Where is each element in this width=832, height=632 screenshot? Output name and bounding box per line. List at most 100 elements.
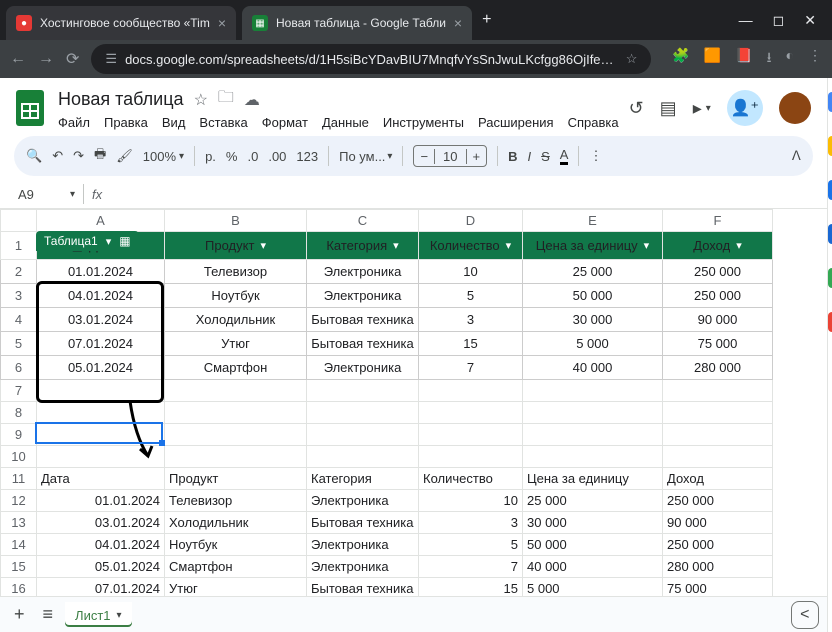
cell[interactable]: Бытовая техника <box>307 578 419 597</box>
extension-icon[interactable]: 🟧 <box>704 47 721 71</box>
cell[interactable]: 03.01.2024 <box>37 512 165 534</box>
cell[interactable] <box>523 446 663 468</box>
row-header[interactable]: 9 <box>1 424 37 446</box>
cell[interactable]: 01.01.2024 <box>37 490 165 512</box>
menu-format[interactable]: Формат <box>262 115 308 130</box>
star-icon[interactable]: ☆ <box>194 90 208 110</box>
cell[interactable] <box>419 380 523 402</box>
cell[interactable]: 90 000 <box>663 512 773 534</box>
cell[interactable] <box>165 446 307 468</box>
paint-format-button[interactable]: 🖌 <box>116 148 133 164</box>
contacts-icon[interactable] <box>828 224 832 244</box>
spreadsheet-grid[interactable]: Таблица1 ▾ ▦ A B C D E F 1▦Дата▾Продукт▾… <box>0 209 827 596</box>
row-header[interactable]: 10 <box>1 446 37 468</box>
bold-button[interactable]: В <box>508 149 517 164</box>
cell[interactable] <box>523 402 663 424</box>
cell[interactable]: 5 <box>419 284 523 308</box>
cell[interactable]: Телевизор <box>165 490 307 512</box>
cell[interactable]: Продукт▾ <box>165 232 307 260</box>
row-header[interactable]: 8 <box>1 402 37 424</box>
cell[interactable]: 40 000 <box>523 556 663 578</box>
cell[interactable]: Электроника <box>307 490 419 512</box>
cell[interactable] <box>523 380 663 402</box>
cell[interactable]: 25 000 <box>523 490 663 512</box>
cell[interactable] <box>37 402 165 424</box>
cell[interactable] <box>419 424 523 446</box>
cell[interactable]: 250 000 <box>663 260 773 284</box>
filter-chevron-icon[interactable]: ▾ <box>393 239 399 252</box>
increase-font-button[interactable]: + <box>467 149 487 164</box>
name-box[interactable]: A9 <box>14 185 62 204</box>
chevron-down-icon[interactable]: ▾ <box>117 610 122 621</box>
cell[interactable]: 07.01.2024 <box>37 578 165 597</box>
cell[interactable] <box>663 446 773 468</box>
move-icon[interactable]: 🗀 <box>218 86 234 113</box>
cell[interactable]: 5 000 <box>523 332 663 356</box>
cell[interactable] <box>663 424 773 446</box>
column-header[interactable]: C <box>307 210 419 232</box>
cell[interactable]: Утюг <box>165 332 307 356</box>
filter-chevron-icon[interactable]: ▾ <box>260 239 266 252</box>
reload-button[interactable]: ⟳ <box>66 49 79 69</box>
browser-tab-active[interactable]: ▦ Новая таблица - Google Табли × <box>242 6 472 40</box>
cell[interactable]: 50 000 <box>523 534 663 556</box>
cell[interactable]: Бытовая техника <box>307 512 419 534</box>
cloud-status-icon[interactable]: ☁ <box>244 90 260 110</box>
cell[interactable]: Смартфон <box>165 356 307 380</box>
sheets-logo-icon[interactable] <box>12 90 48 126</box>
collapse-toolbar-icon[interactable]: ᐱ <box>792 148 801 164</box>
browser-tab[interactable]: ● Хостинговое сообщество «Tim × <box>6 6 236 40</box>
calendar-icon[interactable] <box>828 92 832 112</box>
cell[interactable]: 40 000 <box>523 356 663 380</box>
column-header[interactable]: D <box>419 210 523 232</box>
cell[interactable]: Электроника <box>307 284 419 308</box>
star-icon[interactable]: ☆ <box>626 51 638 67</box>
share-button[interactable]: 👤⁺ <box>727 90 763 126</box>
back-button[interactable]: ← <box>10 50 26 68</box>
profile-icon[interactable]: ◐ <box>786 47 794 71</box>
cell[interactable]: Доход▾ <box>663 232 773 260</box>
keep-icon[interactable] <box>828 136 832 156</box>
cell[interactable]: Количество▾ <box>419 232 523 260</box>
row-header[interactable]: 14 <box>1 534 37 556</box>
menu-insert[interactable]: Вставка <box>199 115 247 130</box>
cell[interactable]: Бытовая техника <box>307 308 419 332</box>
minimize-button[interactable]: — <box>739 12 753 29</box>
column-header[interactable]: F <box>663 210 773 232</box>
cell[interactable] <box>663 380 773 402</box>
cell[interactable]: Электроника <box>307 356 419 380</box>
table-name-chip[interactable]: Таблица1 ▾ ▦ <box>36 231 139 251</box>
cell[interactable]: 7 <box>419 356 523 380</box>
cell[interactable]: Дата <box>37 468 165 490</box>
cell[interactable]: Телевизор <box>165 260 307 284</box>
cell[interactable]: 10 <box>419 260 523 284</box>
cell[interactable]: Категория <box>307 468 419 490</box>
extension-icon[interactable]: 🧩 <box>672 47 689 71</box>
new-tab-button[interactable]: + <box>482 11 491 29</box>
close-window-button[interactable]: ✕ <box>804 12 816 29</box>
cell[interactable]: Количество <box>419 468 523 490</box>
cell[interactable] <box>307 424 419 446</box>
row-header[interactable]: 5 <box>1 332 37 356</box>
redo-button[interactable]: ↷ <box>73 148 84 164</box>
cell[interactable]: Бытовая техника <box>307 332 419 356</box>
column-header[interactable]: B <box>165 210 307 232</box>
row-header[interactable]: 6 <box>1 356 37 380</box>
text-color-button[interactable]: A <box>560 147 569 165</box>
cell[interactable] <box>523 424 663 446</box>
row-header[interactable]: 7 <box>1 380 37 402</box>
cell[interactable]: 25 000 <box>523 260 663 284</box>
print-button[interactable]: 🖶 <box>94 145 106 167</box>
history-icon[interactable]: ↺ <box>629 98 644 119</box>
italic-button[interactable]: I <box>528 149 532 164</box>
cell[interactable]: Цена за единицу <box>523 468 663 490</box>
cell[interactable]: 280 000 <box>663 556 773 578</box>
row-header[interactable]: 13 <box>1 512 37 534</box>
row-header[interactable]: 11 <box>1 468 37 490</box>
cell[interactable]: 30 000 <box>523 308 663 332</box>
cell[interactable]: 250 000 <box>663 534 773 556</box>
cell[interactable]: 250 000 <box>663 490 773 512</box>
cell[interactable] <box>165 402 307 424</box>
menu-tools[interactable]: Инструменты <box>383 115 464 130</box>
menu-view[interactable]: Вид <box>162 115 186 130</box>
